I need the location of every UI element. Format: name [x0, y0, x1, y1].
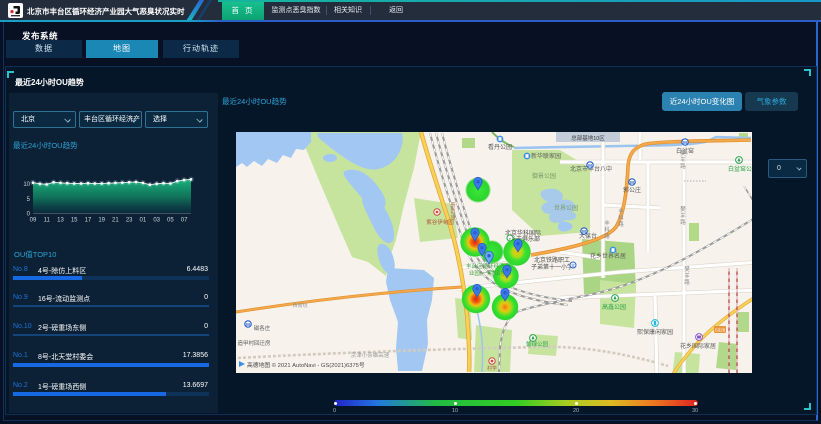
svg-text:北京铁路职工: 北京铁路职工: [534, 256, 570, 264]
svg-text:M: M: [582, 229, 586, 234]
svg-text:11: 11: [44, 218, 51, 224]
svg-text:23: 23: [126, 218, 133, 224]
svg-text:樊羊路: 樊羊路: [679, 149, 686, 170]
svg-text:西南绕: 西南绕: [292, 302, 307, 309]
svg-text:03: 03: [153, 218, 160, 224]
svg-text:樊羊路: 樊羊路: [683, 265, 690, 286]
svg-text:15: 15: [71, 218, 78, 224]
svg-text:青邑珠: 青邑珠: [449, 201, 456, 222]
svg-text:熙保康闲家园: 熙保康闲家园: [637, 328, 673, 336]
svg-text:高鑫公园: 高鑫公园: [602, 303, 626, 311]
svg-text:白盆窑公园: 白盆窑公园: [728, 165, 752, 173]
svg-text:M: M: [246, 322, 250, 327]
svg-text:文: 文: [571, 262, 575, 268]
svg-text:子弟第十一小学: 子弟第十一小学: [531, 263, 573, 271]
svg-text:13: 13: [57, 218, 64, 224]
svg-text:S326: S326: [715, 328, 726, 333]
svg-text:总部基地10区: 总部基地10区: [571, 134, 605, 142]
svg-text:花乡世界名居: 花乡世界名居: [590, 252, 626, 260]
svg-text:10: 10: [23, 182, 30, 188]
svg-text:世界公园: 世界公园: [554, 204, 578, 212]
svg-text:高德地图 © 2021 AutoNavi - GS(2021: 高德地图 © 2021 AutoNavi - GS(2021)6375号: [247, 361, 365, 369]
svg-text:M: M: [630, 180, 634, 185]
svg-text:京津小奈雄高速: 京津小奈雄高速: [351, 351, 390, 359]
svg-text:M: M: [588, 163, 592, 168]
svg-text:17: 17: [85, 218, 92, 224]
svg-text:5: 5: [27, 197, 31, 203]
svg-text:花乡国际家居: 花乡国际家居: [680, 342, 716, 350]
svg-text:丰科路: 丰科路: [617, 207, 624, 228]
svg-text:磁各庄: 磁各庄: [254, 324, 271, 332]
svg-text:造甲村回迁房: 造甲村回迁房: [237, 339, 271, 347]
svg-text:09: 09: [30, 218, 37, 224]
svg-text:丰科路: 丰科路: [603, 219, 610, 240]
svg-text:05: 05: [167, 218, 174, 224]
svg-text:郭公庄: 郭公庄: [623, 186, 641, 194]
svg-text:新华联家园: 新华联家园: [531, 152, 561, 160]
svg-text:看丹公园: 看丹公园: [488, 143, 512, 151]
svg-text:01: 01: [140, 218, 147, 224]
svg-text:馨绿公园: 馨绿公园: [526, 340, 549, 348]
svg-text:御景公园: 御景公园: [532, 172, 556, 180]
svg-text:07: 07: [181, 218, 188, 224]
svg-text:19: 19: [98, 218, 105, 224]
svg-text:村学: 村学: [487, 365, 497, 372]
svg-text:樊羊路: 樊羊路: [679, 205, 686, 226]
svg-text:M: M: [683, 140, 687, 145]
svg-text:21: 21: [112, 218, 119, 224]
